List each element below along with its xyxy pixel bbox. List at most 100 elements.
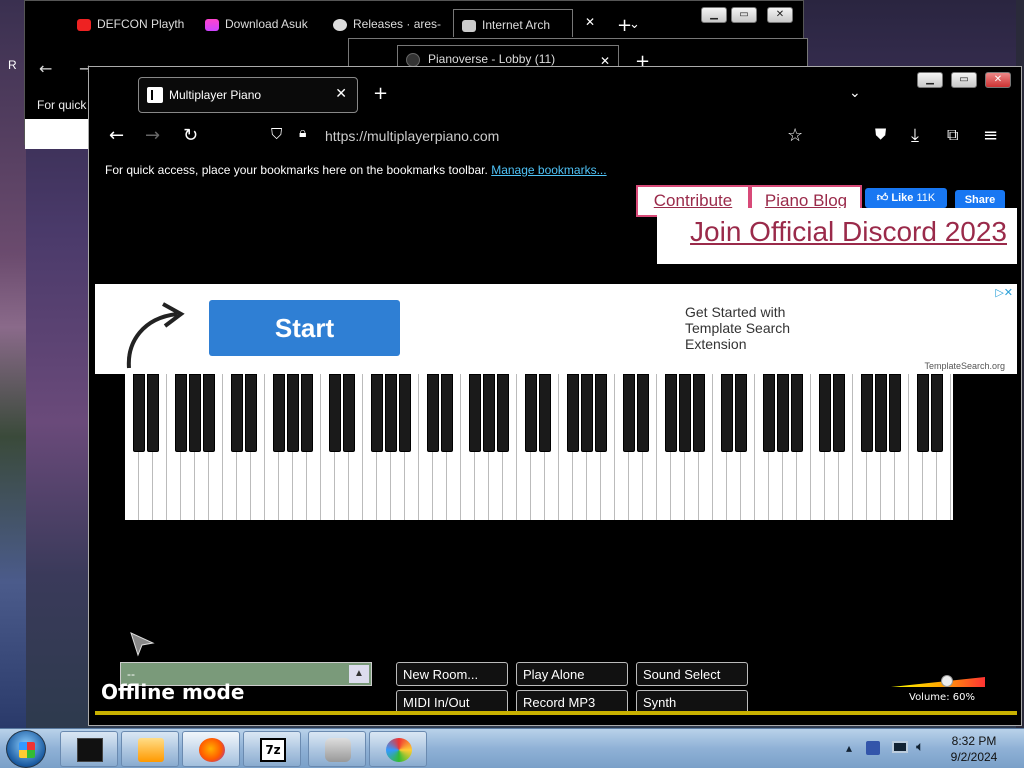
black-key[interactable] (245, 374, 257, 452)
black-key[interactable] (483, 374, 495, 452)
black-key[interactable] (819, 374, 831, 452)
black-key[interactable] (273, 374, 285, 452)
black-key[interactable] (343, 374, 355, 452)
7zip-icon: 7z (260, 738, 286, 762)
tab-download[interactable]: Download Asuk (197, 9, 317, 37)
black-key[interactable] (875, 374, 887, 452)
black-key[interactable] (595, 374, 607, 452)
lock-icon[interactable]: 🔒︎ (299, 125, 306, 141)
black-key[interactable] (301, 374, 313, 452)
black-key[interactable] (133, 374, 145, 452)
black-key[interactable] (791, 374, 803, 452)
reload-icon[interactable]: ↻ (183, 125, 198, 146)
bookmark-star-icon[interactable]: ☆ (787, 125, 803, 146)
black-key[interactable] (175, 374, 187, 452)
back-icon[interactable]: ← (39, 59, 52, 78)
black-key[interactable] (931, 374, 943, 452)
ad-choices-close-icon[interactable]: ▷✕ (995, 286, 1013, 299)
shield-icon[interactable]: ⛉ (271, 125, 282, 143)
black-key[interactable] (693, 374, 705, 452)
black-key[interactable] (679, 374, 691, 452)
taskbar-app-terminal[interactable] (60, 731, 118, 767)
chevron-down-icon[interactable]: ⌄ (629, 17, 640, 32)
minimize-button[interactable]: ▁ (917, 72, 943, 88)
close-button[interactable]: ✕ (767, 7, 793, 23)
black-key[interactable] (203, 374, 215, 452)
new-room-button[interactable]: New Room... (396, 662, 508, 686)
offline-status: Offline mode (101, 680, 245, 704)
close-icon[interactable]: ✕ (585, 15, 595, 29)
black-key[interactable] (539, 374, 551, 452)
play-alone-button[interactable]: Play Alone (516, 662, 628, 686)
forward-icon[interactable]: → (145, 125, 160, 146)
manage-bookmarks-link[interactable]: Manage bookmarks... (491, 163, 606, 177)
black-key[interactable] (665, 374, 677, 452)
black-key[interactable] (567, 374, 579, 452)
close-tab-icon[interactable]: ✕ (335, 86, 347, 102)
volume-slider[interactable]: Volume: 60% (891, 675, 985, 715)
tab-defcon[interactable]: DEFCON Playth (69, 9, 187, 37)
black-key[interactable] (385, 374, 397, 452)
chevron-up-icon[interactable]: ▲ (349, 665, 369, 683)
tray-app-icon[interactable] (866, 741, 880, 755)
minimize-button[interactable]: ▁ (701, 7, 727, 23)
speaker-icon[interactable]: 🔈︎ (916, 739, 924, 755)
advertisement[interactable]: Start Get Started with Template Search E… (95, 284, 1017, 374)
facebook-share-button[interactable]: Share (955, 190, 1005, 210)
black-key[interactable] (735, 374, 747, 452)
black-key[interactable] (371, 374, 383, 452)
tab-internet-archive[interactable]: Internet Arch (453, 9, 573, 37)
black-key[interactable] (581, 374, 593, 452)
black-key[interactable] (147, 374, 159, 452)
black-key[interactable] (469, 374, 481, 452)
piano-keyboard[interactable] (125, 374, 953, 520)
clock-time: 8:32 PM (951, 734, 997, 748)
black-key[interactable] (833, 374, 845, 452)
pocket-icon[interactable]: ⛊ (875, 125, 886, 143)
network-icon[interactable] (892, 741, 908, 753)
taskbar-app-7zip[interactable]: 7z (243, 731, 301, 767)
extensions-icon[interactable]: ⧉ (947, 125, 958, 145)
maximize-button[interactable]: ▭ (731, 7, 757, 23)
black-key[interactable] (721, 374, 733, 452)
black-key[interactable] (637, 374, 649, 452)
back-icon[interactable]: ← (109, 125, 124, 146)
black-key[interactable] (889, 374, 901, 452)
black-key[interactable] (917, 374, 929, 452)
downloads-icon[interactable]: ⤓ (911, 125, 919, 146)
taskbar-app-game-controller[interactable] (308, 731, 366, 767)
black-key[interactable] (441, 374, 453, 452)
browser-window[interactable]: Multiplayer Piano ✕ + ⌄ ▁ ▭ ✕ ← → ↻ ⛉ 🔒︎… (88, 66, 1022, 726)
discord-link[interactable]: Join Official Discord 2023 (657, 208, 1017, 264)
black-key[interactable] (763, 374, 775, 452)
black-key[interactable] (427, 374, 439, 452)
black-key[interactable] (287, 374, 299, 452)
list-tabs-icon[interactable]: ⌄ (849, 85, 861, 101)
tab-label: Internet Arch (482, 18, 551, 32)
new-tab-icon[interactable]: + (373, 83, 388, 104)
black-key[interactable] (497, 374, 509, 452)
close-button[interactable]: ✕ (985, 72, 1011, 88)
black-key[interactable] (231, 374, 243, 452)
black-key[interactable] (861, 374, 873, 452)
black-key[interactable] (329, 374, 341, 452)
taskbar-app-firefox[interactable] (182, 731, 240, 767)
ad-start-button[interactable]: Start (209, 300, 400, 356)
taskbar-app-media-player[interactable] (121, 731, 179, 767)
show-hidden-icons-icon[interactable]: ▴ (846, 741, 852, 755)
sound-select-button[interactable]: Sound Select (636, 662, 748, 686)
facebook-like-button[interactable]: 👍︎ Like 11K (865, 188, 947, 208)
black-key[interactable] (189, 374, 201, 452)
system-clock[interactable]: 8:32 PM 9/2/2024 (934, 733, 1014, 765)
black-key[interactable] (399, 374, 411, 452)
tab-multiplayer-piano[interactable]: Multiplayer Piano ✕ (138, 77, 358, 113)
black-key[interactable] (525, 374, 537, 452)
start-button[interactable] (6, 730, 46, 768)
address-bar[interactable]: https://multiplayerpiano.com (325, 128, 499, 144)
menu-icon[interactable]: ≡ (983, 125, 998, 146)
black-key[interactable] (623, 374, 635, 452)
taskbar-app-paint[interactable] (369, 731, 427, 767)
black-key[interactable] (777, 374, 789, 452)
maximize-button[interactable]: ▭ (951, 72, 977, 88)
tab-releases[interactable]: Releases · ares- (325, 9, 445, 37)
